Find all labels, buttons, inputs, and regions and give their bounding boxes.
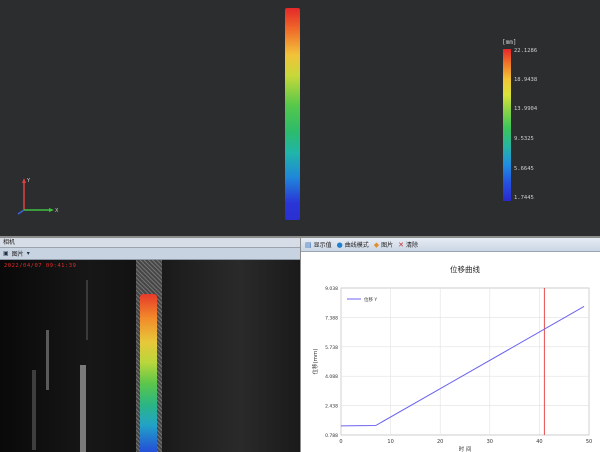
colorbar-tick-label: 1.7445 [514,195,534,201]
colorbar-tick-label: 22.1286 [514,48,538,54]
x-axis-label: 时 间 [459,445,472,452]
globe-icon: ● [336,240,343,249]
y-tick-label: 4.088 [325,374,338,380]
y-tick-label: 7.388 [325,315,338,321]
chevron-down-icon[interactable]: ▾ [27,250,30,257]
chart-panel: ▤ 显示值 ● 曲线模式 ◆ 图片 ✕ 清除 位移曲线 0 10 20 30 40 50 0.… [300,238,600,452]
x-tick-label: 50 [586,439,592,445]
show-values-label: 显示值 [313,242,332,249]
x-tick-label: 20 [437,439,443,445]
y-tick-label: 5.738 [325,345,338,351]
show-values-button[interactable]: ▤ 显示值 [305,240,332,250]
colorbar-tick-label: 18.9438 [514,77,538,83]
palette-icon: ◆ [373,240,380,249]
color-legend-bar [503,49,511,201]
background-streak [46,330,49,390]
chart-icon: ▤ [305,240,312,249]
y-tick-label: 2.438 [325,404,338,410]
axis-x-label: X [55,208,59,214]
clear-label: 清除 [406,242,419,249]
plot-area [340,287,590,436]
curve-mode-label: 曲线模式 [344,242,369,249]
y-axis-label: 位移(mm) [311,348,319,374]
camera-panel: 相机 ▣ 图片 ▾ 2022/04/07 09:41:39 [0,238,300,452]
axis-y-label: Y [26,178,31,184]
background-streak [80,365,86,452]
coordinate-axes-icon: Y X [17,178,59,215]
image-icon[interactable]: ▣ [3,250,9,257]
camera-toolbar: ▣ 图片 ▾ [0,248,300,260]
x-tick-label: 10 [387,439,393,445]
specimen-3d-model[interactable] [285,8,300,220]
colorbar-tick-label: 13.9904 [514,106,538,112]
y-tick-label: 0.788 [325,433,338,439]
clear-button[interactable]: ✕ 清除 [398,240,419,250]
background-streak [32,370,36,450]
x-tick-label: 30 [487,439,493,445]
camera-image-view[interactable]: 2022/04/07 09:41:39 [0,260,300,452]
3d-viewport[interactable]: [mm] 22.1286 18.9438 13.9904 9.5325 5.66… [0,0,600,236]
image-label: 图片 [381,242,394,249]
curve-mode-button[interactable]: ● 曲线模式 [336,240,369,250]
image-button[interactable]: ◆ 图片 [373,240,394,250]
camera-panel-title: 相机 [3,239,16,246]
camera-panel-header: 相机 [0,238,300,248]
y-tick-label: 9.038 [325,286,338,292]
x-tick-label: 0 [339,439,342,445]
colorbar-tick-label: 9.5325 [514,136,534,142]
close-icon: ✕ [398,240,405,249]
displacement-chart[interactable]: 位移曲线 0 10 20 30 40 50 0.788 2.438 4.088 5.738 7.388… [301,252,600,452]
frame-timestamp: 2022/04/07 09:41:39 [4,263,77,269]
legend-entry: 位移 Y [364,296,377,303]
camera-toolbar-label[interactable]: 图片 [12,249,24,258]
specimen-strain-overlay [140,294,157,452]
chart-toolbar: ▤ 显示值 ● 曲线模式 ◆ 图片 ✕ 清除 [301,238,600,252]
background-streak [86,280,88,340]
colorbar-tick-label: 5.6645 [514,166,534,172]
colorbar-unit-label: [mm] [502,39,517,46]
chart-title: 位移曲线 [450,264,480,274]
x-tick-label: 40 [536,439,542,445]
